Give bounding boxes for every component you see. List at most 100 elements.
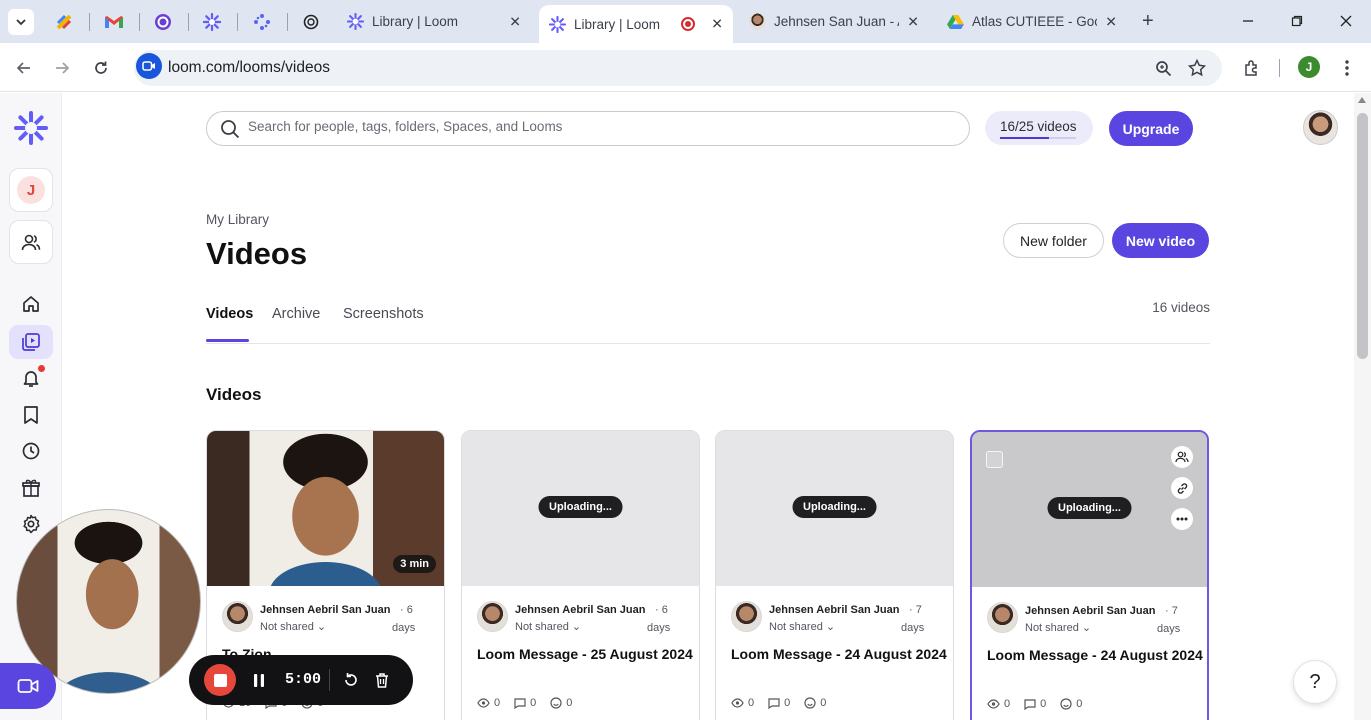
forward-button[interactable] xyxy=(49,55,75,81)
more-options-button[interactable] xyxy=(1171,508,1193,530)
restart-button[interactable] xyxy=(340,668,362,692)
video-thumbnail[interactable]: Uploading... xyxy=(462,431,699,586)
help-button[interactable]: ? xyxy=(1293,660,1337,704)
pinned-tab-gmail[interactable] xyxy=(102,10,126,34)
video-card[interactable]: Uploading... Jehnsen Aebril San Juan · 7… xyxy=(715,430,954,720)
extensions-button[interactable] xyxy=(1239,55,1265,81)
close-icon[interactable]: ✕ xyxy=(1105,13,1117,30)
restore-button[interactable] xyxy=(1285,9,1309,33)
nav-home[interactable] xyxy=(9,287,53,321)
tab-library-loom-active[interactable]: Library | Loom ✕ xyxy=(539,5,733,43)
video-card[interactable]: Uploading... Jehnsen Aebril San Juan · 7… xyxy=(970,430,1209,720)
tab-archive[interactable]: Archive xyxy=(272,306,320,322)
new-video-button[interactable]: New video xyxy=(1112,223,1209,258)
tab-videos[interactable]: Videos xyxy=(206,306,253,322)
share-people-button[interactable] xyxy=(1171,446,1193,468)
close-icon[interactable]: ✕ xyxy=(509,13,521,30)
arrow-right-icon xyxy=(56,62,70,74)
people-button[interactable] xyxy=(9,220,53,264)
zoom-search-button[interactable] xyxy=(1151,56,1175,80)
page-scrollbar[interactable] xyxy=(1354,93,1371,720)
nav-gifts[interactable] xyxy=(9,471,53,505)
avatar xyxy=(477,601,508,632)
tab-separator xyxy=(188,13,189,31)
scroll-up-icon[interactable] xyxy=(1358,97,1366,103)
reload-icon xyxy=(95,61,107,74)
search-input[interactable] xyxy=(248,119,948,134)
video-thumbnail[interactable]: 3 min xyxy=(207,431,444,586)
share-status-dropdown[interactable]: Not shared ⌄ xyxy=(769,620,835,633)
video-title[interactable]: Loom Message - 24 August 2024 xyxy=(987,647,1203,663)
video-thumbnail[interactable]: Uploading... xyxy=(972,432,1207,587)
search-bar[interactable] xyxy=(206,111,970,146)
browser-menu-button[interactable] xyxy=(1336,56,1358,80)
tab-library-loom-1[interactable]: Library | Loom ✕ xyxy=(337,4,531,39)
quota-progress-track xyxy=(1000,137,1076,139)
tab-separator xyxy=(287,13,288,31)
close-window-button[interactable] xyxy=(1334,9,1358,33)
loom-icon xyxy=(549,15,566,33)
camera-icon xyxy=(17,679,39,693)
workspace-switcher[interactable]: J xyxy=(9,168,53,212)
pinned-tab-chatgpt[interactable] xyxy=(299,10,323,34)
minimize-button[interactable] xyxy=(1236,9,1260,33)
select-checkbox[interactable] xyxy=(986,451,1003,468)
active-tab-indicator xyxy=(206,339,249,342)
quota-progress-fill xyxy=(1000,137,1049,139)
pinned-tab-circle-app[interactable] xyxy=(151,10,175,34)
pinned-tab-sparkle[interactable] xyxy=(250,10,274,34)
delete-recording-button[interactable] xyxy=(371,668,393,692)
browser-profile-avatar[interactable]: J xyxy=(1298,56,1320,78)
tab-atlas-drive[interactable]: Atlas CUTIEEE - Goog ✕ xyxy=(937,4,1127,39)
nav-watch-later[interactable] xyxy=(9,398,53,432)
tab-screenshots[interactable]: Screenshots xyxy=(343,306,424,322)
avatar[interactable] xyxy=(1303,110,1338,145)
close-icon[interactable]: ✕ xyxy=(711,16,723,33)
site-info-icon[interactable] xyxy=(136,53,162,79)
new-folder-button[interactable]: New folder xyxy=(1003,223,1104,258)
upgrade-button[interactable]: Upgrade xyxy=(1109,111,1193,146)
camera-toggle-button[interactable] xyxy=(0,663,56,709)
smile-icon xyxy=(1060,698,1072,710)
reactions-count: 0 xyxy=(820,697,827,709)
author-name: Jehnsen Aebril San Juan xyxy=(769,604,900,616)
scrollbar-thumb[interactable] xyxy=(1357,113,1368,359)
video-quota-badge[interactable]: 16/25 videos xyxy=(985,111,1093,145)
pause-button[interactable] xyxy=(248,668,270,692)
nav-library[interactable] xyxy=(9,325,53,359)
age-value: · 6 xyxy=(655,604,668,616)
tab-jehnsen-profile[interactable]: Jehnsen San Juan - At ✕ xyxy=(739,4,929,39)
reactions-count: 0 xyxy=(566,697,573,709)
new-tab-button[interactable]: + xyxy=(1142,10,1154,33)
address-bar[interactable]: loom.com/looms/videos xyxy=(134,50,1222,86)
reload-button[interactable] xyxy=(88,55,114,81)
share-status-dropdown[interactable]: Not shared ⌄ xyxy=(260,620,326,633)
pinned-tab-app[interactable] xyxy=(52,10,76,34)
nav-notifications[interactable] xyxy=(9,361,53,395)
uploading-badge: Uploading... xyxy=(538,496,623,518)
breadcrumb[interactable]: My Library xyxy=(206,212,269,227)
chevron-down-icon: ⌄ xyxy=(316,621,327,633)
reactions-count: 0 xyxy=(1076,698,1083,710)
video-title[interactable]: Loom Message - 24 August 2024 xyxy=(731,646,947,662)
loom-logo-icon[interactable] xyxy=(14,111,48,145)
sparkle-icon xyxy=(254,14,270,30)
back-button[interactable] xyxy=(11,55,37,81)
views-stat: 0 xyxy=(477,697,500,709)
tab-search-button[interactable] xyxy=(8,9,34,35)
bookmark-star-button[interactable] xyxy=(1185,56,1209,80)
copy-link-button[interactable] xyxy=(1171,477,1193,499)
video-card[interactable]: Uploading... Jehnsen Aebril San Juan · 6… xyxy=(461,430,700,720)
share-status-dropdown[interactable]: Not shared ⌄ xyxy=(515,620,581,633)
pinned-tab-loom[interactable] xyxy=(200,10,224,34)
video-title[interactable]: Loom Message - 25 August 2024 xyxy=(477,646,693,662)
people-icon xyxy=(1175,451,1189,463)
nav-history[interactable] xyxy=(9,434,53,468)
close-icon[interactable]: ✕ xyxy=(907,13,919,30)
stop-recording-button[interactable] xyxy=(204,664,236,696)
share-status-dropdown[interactable]: Not shared ⌄ xyxy=(1025,621,1091,634)
video-thumbnail[interactable]: Uploading... xyxy=(716,431,953,586)
views-stat: 0 xyxy=(987,698,1010,710)
restore-icon xyxy=(1291,15,1303,27)
extensions-icon xyxy=(1245,60,1257,76)
